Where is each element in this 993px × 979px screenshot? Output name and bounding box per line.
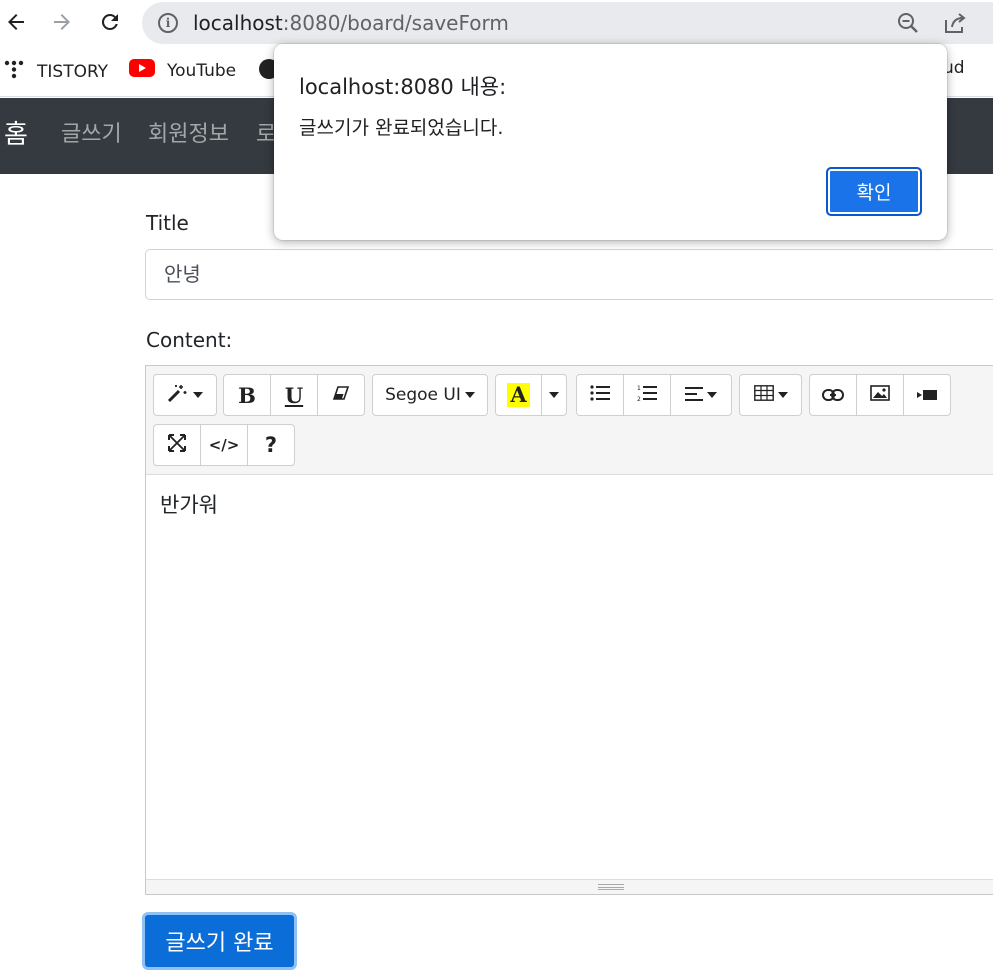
fullscreen-button[interactable] <box>153 424 201 466</box>
unordered-list-button[interactable] <box>576 374 624 416</box>
bold-button[interactable]: B <box>223 374 271 416</box>
share-icon[interactable] <box>942 10 968 36</box>
code-icon: </> <box>208 436 240 454</box>
video-button[interactable] <box>903 374 951 416</box>
dialog-ok-button[interactable]: 확인 <box>826 167 922 216</box>
clear-format-button[interactable] <box>317 374 365 416</box>
color-dropdown-button[interactable] <box>541 374 567 416</box>
svg-text:2: 2 <box>637 396 641 402</box>
title-input[interactable]: 안녕 <box>145 249 993 300</box>
nav-link-write[interactable]: 글쓰기 <box>61 120 122 150</box>
link-icon <box>822 386 844 405</box>
bookmark-label: YouTube <box>167 60 237 81</box>
forward-arrow-icon[interactable] <box>46 6 78 38</box>
reload-icon[interactable] <box>94 6 126 38</box>
bookmark-youtube[interactable]: YouTube <box>129 58 236 83</box>
numbered-list-icon: 12 <box>637 384 657 406</box>
bold-icon: B <box>238 382 256 408</box>
table-button[interactable] <box>739 374 802 416</box>
site-info-icon[interactable]: i <box>158 13 178 33</box>
tistory-icon <box>3 58 25 85</box>
bookmark-label: TISTORY <box>37 61 109 82</box>
video-icon <box>917 386 937 405</box>
title-label: Title <box>146 211 189 235</box>
paragraph-align-button[interactable] <box>670 374 732 416</box>
bookmark-tistory[interactable]: TISTORY <box>3 58 108 85</box>
link-button[interactable] <box>809 374 857 416</box>
text-color-button[interactable]: A <box>495 374 542 416</box>
dialog-title: localhost:8080 내용: <box>299 75 507 99</box>
bullet-list-icon <box>590 385 610 405</box>
url-host: localhost <box>193 11 283 35</box>
url-path: :8080/board/saveForm <box>282 11 509 35</box>
rich-text-editor: B U Segoe UI A 12 </> ? 반가워 <box>145 365 993 895</box>
resize-grip-icon <box>598 884 624 890</box>
editor-content-area[interactable]: 반가워 <box>146 475 993 880</box>
highlight-letter-icon: A <box>507 383 530 407</box>
code-view-button[interactable]: </> <box>200 424 248 466</box>
style-magic-button[interactable] <box>153 374 217 416</box>
font-name: Segoe UI <box>385 385 461 405</box>
url-text[interactable]: localhost:8080/board/saveForm <box>193 11 509 35</box>
address-bar[interactable]: i localhost:8080/board/saveForm <box>142 2 993 44</box>
navbar-brand[interactable]: 홈 <box>4 118 28 152</box>
help-button[interactable]: ? <box>247 424 295 466</box>
align-left-icon <box>685 386 703 405</box>
youtube-icon <box>129 58 155 83</box>
dialog-message: 글쓰기가 완료되었습니다. <box>299 117 504 139</box>
font-family-dropdown[interactable]: Segoe UI <box>372 374 488 416</box>
underline-button[interactable]: U <box>270 374 318 416</box>
nav-link-profile[interactable]: 회원정보 <box>148 120 229 150</box>
eraser-icon <box>332 385 350 405</box>
svg-text:1: 1 <box>637 385 641 392</box>
alert-dialog: localhost:8080 내용: 글쓰기가 완료되었습니다. 확인 <box>274 44 947 240</box>
editor-resize-bar[interactable] <box>146 879 993 894</box>
editor-toolbar: B U Segoe UI A 12 </> ? <box>146 366 993 475</box>
image-icon <box>870 385 890 405</box>
content-text: 반가워 <box>160 493 218 517</box>
help-icon: ? <box>264 433 278 457</box>
content-label: Content: <box>146 328 233 352</box>
zoom-icon[interactable] <box>895 10 921 36</box>
submit-post-button[interactable]: 글쓰기 완료 <box>142 912 297 970</box>
browser-toolbar: i localhost:8080/board/saveForm <box>0 0 993 46</box>
back-arrow-icon[interactable] <box>0 6 32 38</box>
magic-wand-icon <box>167 383 189 407</box>
ordered-list-button[interactable]: 12 <box>623 374 671 416</box>
fullscreen-icon <box>168 434 186 456</box>
picture-button[interactable] <box>856 374 904 416</box>
underline-icon: U <box>284 382 304 408</box>
table-icon <box>753 385 774 405</box>
